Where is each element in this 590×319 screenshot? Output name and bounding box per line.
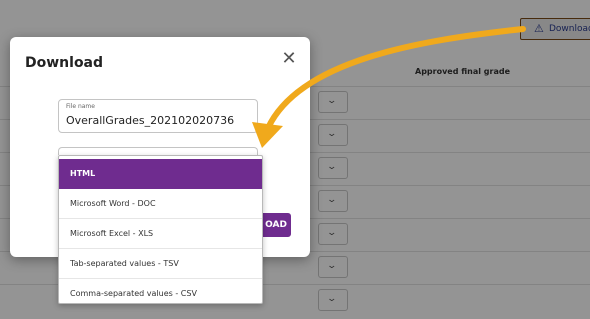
format-option-csv[interactable]: Comma-separated values - CSV bbox=[59, 279, 262, 309]
file-name-input[interactable] bbox=[66, 114, 254, 127]
format-select[interactable] bbox=[58, 147, 258, 155]
file-name-field[interactable]: File name bbox=[58, 99, 258, 133]
modal-title: Download bbox=[25, 55, 104, 71]
format-option-xls[interactable]: Microsoft Excel - XLS bbox=[59, 219, 262, 249]
format-option-html[interactable]: HTML bbox=[59, 159, 262, 189]
format-option-tsv[interactable]: Tab-separated values - TSV bbox=[59, 249, 262, 279]
format-dropdown-list: HTML Microsoft Word - DOC Microsoft Exce… bbox=[58, 155, 263, 304]
close-icon[interactable]: ✕ bbox=[280, 50, 298, 68]
format-option-doc[interactable]: Microsoft Word - DOC bbox=[59, 189, 262, 219]
file-name-label: File name bbox=[66, 103, 95, 110]
